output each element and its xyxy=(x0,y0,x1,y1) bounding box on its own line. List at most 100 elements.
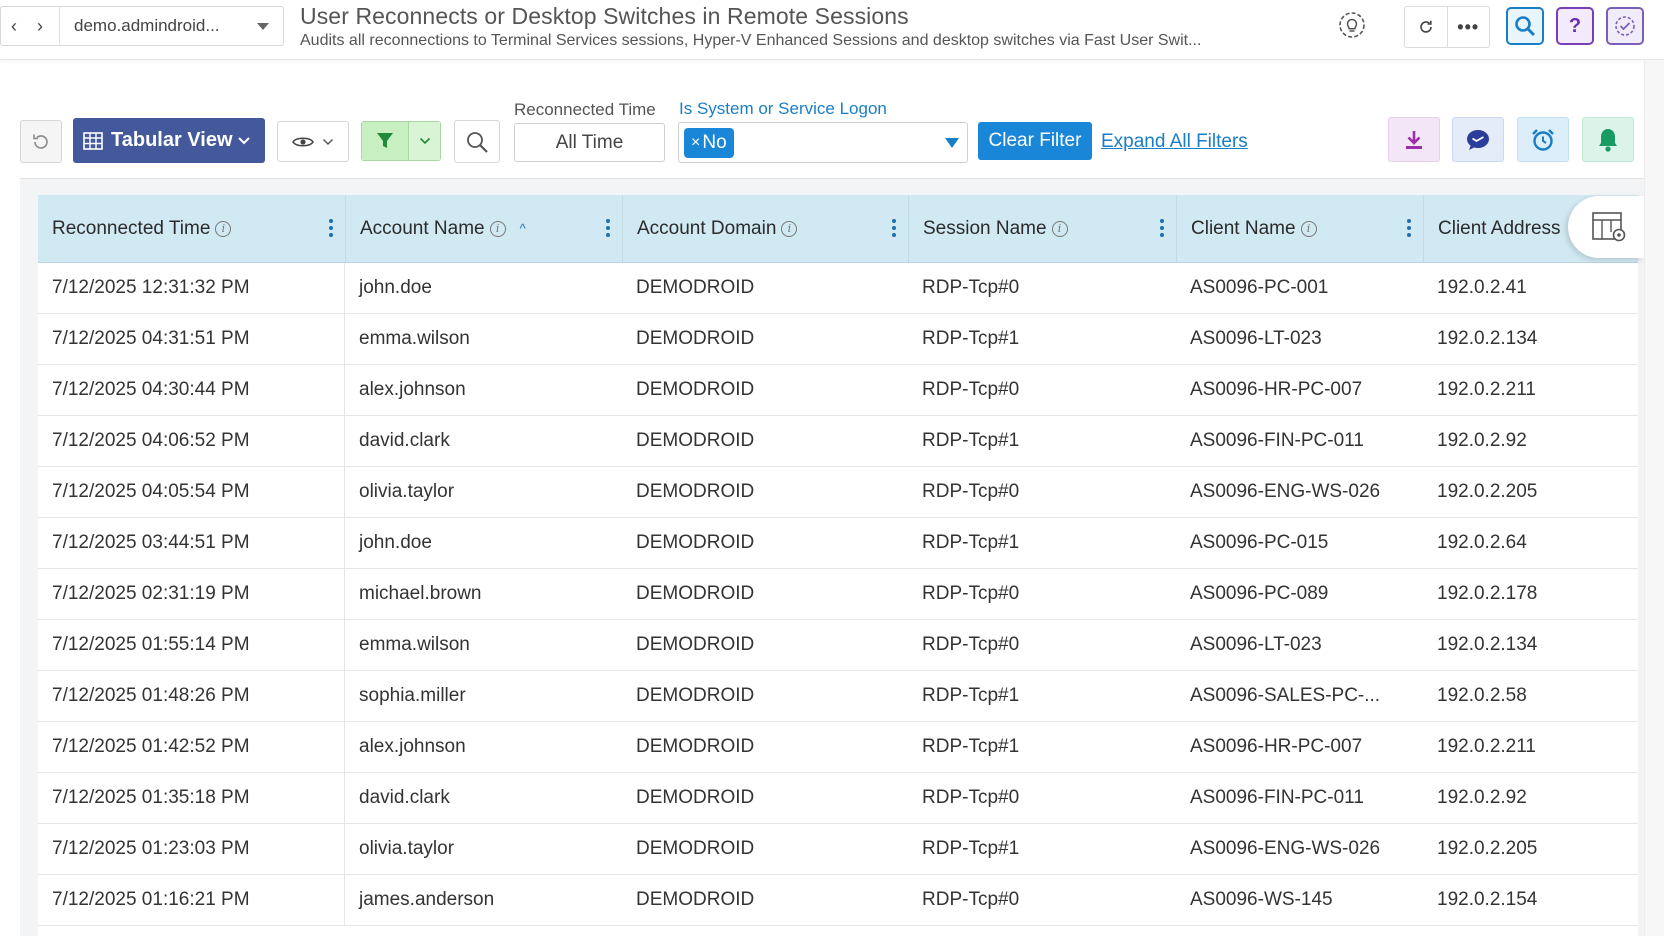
view-mode-dropdown[interactable]: Tabular View xyxy=(73,118,265,163)
cell-client-name: AS0096-LT-023 xyxy=(1190,328,1322,349)
back-button[interactable]: ‹ xyxy=(1,7,27,45)
cell-reconnected-time: 7/12/2025 01:35:18 PM xyxy=(38,773,345,823)
column-menu-icon[interactable] xyxy=(892,219,896,237)
cell-account-name: david.clark xyxy=(359,787,450,808)
forward-button[interactable]: › xyxy=(27,7,53,45)
column-header-account-domain[interactable]: Account Domain i xyxy=(622,195,908,262)
system-logon-filter-select[interactable]: × No xyxy=(678,122,968,163)
cell-session-name: RDP-Tcp#0 xyxy=(922,277,1020,298)
column-header-session-name[interactable]: Session Name i xyxy=(908,195,1176,262)
cell-client-name: AS0096-FIN-PC-011 xyxy=(1190,430,1364,451)
bell-icon xyxy=(1599,128,1617,152)
filter-button[interactable] xyxy=(361,121,409,161)
export-button[interactable] xyxy=(1388,117,1440,162)
lightbulb-settings-icon[interactable] xyxy=(1328,6,1376,46)
cell-client-address: 192.0.2.205 xyxy=(1437,838,1538,859)
checklist-button[interactable] xyxy=(1606,7,1644,45)
cell-session-name: RDP-Tcp#1 xyxy=(922,532,1020,553)
column-visibility-button[interactable] xyxy=(277,121,349,162)
page-scrollbar[interactable] xyxy=(1644,60,1664,936)
table-row[interactable]: 7/12/2025 04:06:52 PM david.clark DEMODROI… xyxy=(38,416,1638,467)
cell-reconnected-time: 7/12/2025 04:31:51 PM xyxy=(38,314,345,364)
page-title: User Reconnects or Desktop Switches in R… xyxy=(300,3,909,29)
column-header-client-name[interactable]: Client Name i xyxy=(1176,195,1423,262)
table-row[interactable]: 7/12/2025 01:16:21 PM james.anderson DEMOD… xyxy=(38,875,1638,926)
system-logon-filter-label[interactable]: Is System or Service Logon xyxy=(679,99,887,119)
column-header-reconnected-time[interactable]: Reconnected Time i xyxy=(38,195,345,262)
search-icon xyxy=(467,131,488,153)
cell-reconnected-time: 7/12/2025 01:23:03 PM xyxy=(38,824,345,874)
column-menu-icon[interactable] xyxy=(1407,219,1411,237)
chip-remove-icon[interactable]: × xyxy=(691,134,700,152)
column-menu-icon[interactable] xyxy=(1160,219,1164,237)
help-button[interactable]: ? xyxy=(1556,7,1594,45)
table-row[interactable]: 7/12/2025 03:44:51 PM john.doe DEMODROID RD… xyxy=(38,518,1638,569)
table-row[interactable]: 7/12/2025 02:31:19 PM michael.brown DEMODR… xyxy=(38,569,1638,620)
clear-filter-button[interactable]: Clear Filter xyxy=(978,122,1092,160)
table-row[interactable]: 7/12/2025 01:42:52 PM alex.johnson DEMODRO… xyxy=(38,722,1638,773)
cell-client-address: 192.0.2.178 xyxy=(1437,583,1538,604)
cell-reconnected-time: 7/12/2025 01:42:52 PM xyxy=(38,722,345,772)
info-icon[interactable]: i xyxy=(781,220,798,237)
more-horizontal-icon: ••• xyxy=(1457,16,1480,37)
column-menu-icon[interactable] xyxy=(606,219,610,237)
table-row[interactable]: 7/12/2025 01:48:26 PM sophia.miller DEMODR… xyxy=(38,671,1638,722)
cell-session-name: RDP-Tcp#0 xyxy=(922,583,1020,604)
schedule-report-button[interactable] xyxy=(1517,117,1569,162)
info-icon[interactable]: i xyxy=(215,220,232,237)
more-options-button[interactable]: ••• xyxy=(1446,7,1490,47)
info-icon[interactable]: i xyxy=(1300,220,1317,237)
cell-account-name: olivia.taylor xyxy=(359,838,455,859)
filter-dropdown-button[interactable] xyxy=(409,121,441,161)
cell-reconnected-time: 7/12/2025 01:16:21 PM xyxy=(38,875,345,925)
sort-ascending-icon[interactable]: ^ xyxy=(520,221,526,236)
table-header-row: Reconnected Time i Account Name i ^ Acco… xyxy=(38,195,1638,263)
page-subtitle: Audits all reconnections to Terminal Ser… xyxy=(300,32,1202,49)
info-icon[interactable]: i xyxy=(1051,220,1068,237)
cell-account-domain: DEMODROID xyxy=(636,685,755,706)
cell-account-name: olivia.taylor xyxy=(359,481,455,502)
cell-client-address: 192.0.2.205 xyxy=(1437,481,1538,502)
column-header-label: Account Domain xyxy=(637,217,777,239)
cell-client-address: 192.0.2.41 xyxy=(1437,277,1527,298)
cell-session-name: RDP-Tcp#1 xyxy=(922,838,1020,859)
navigation-group: ‹ › demo.admindroid... xyxy=(0,6,284,46)
filter-chip-no[interactable]: × No xyxy=(684,127,734,158)
cell-reconnected-time: 7/12/2025 04:05:54 PM xyxy=(38,467,345,517)
global-search-button[interactable] xyxy=(1506,7,1544,45)
refresh-report-button[interactable] xyxy=(1405,7,1447,47)
table-search-button[interactable] xyxy=(454,120,500,163)
column-header-account-name[interactable]: Account Name i ^ xyxy=(345,195,622,262)
table-row[interactable]: 7/12/2025 04:31:51 PM emma.wilson DEMODROI… xyxy=(38,314,1638,365)
cell-account-domain: DEMODROID xyxy=(636,583,755,604)
cell-client-name: AS0096-WS-145 xyxy=(1190,889,1333,910)
expand-all-filters-link[interactable]: Expand All Filters xyxy=(1101,131,1248,153)
chevron-down-icon xyxy=(322,138,334,145)
filter-button-group xyxy=(361,121,441,161)
table-settings-button[interactable] xyxy=(1568,196,1644,258)
info-icon[interactable]: i xyxy=(489,220,506,237)
alert-button[interactable] xyxy=(1582,117,1634,162)
table-row[interactable]: 7/12/2025 01:55:14 PM emma.wilson DEMODROI… xyxy=(38,620,1638,671)
column-menu-icon[interactable] xyxy=(329,219,333,237)
reset-view-button[interactable] xyxy=(20,120,62,163)
table-row[interactable]: 7/12/2025 01:35:18 PM david.clark DEMODROI… xyxy=(38,773,1638,824)
table-row[interactable]: 7/12/2025 12:31:32 PM john.doe DEMODROID RD… xyxy=(38,263,1638,314)
cell-account-name: michael.brown xyxy=(359,583,482,604)
report-table: Reconnected Time i Account Name i ^ Acco… xyxy=(38,195,1638,936)
cell-client-name: AS0096-ENG-WS-026 xyxy=(1190,481,1381,502)
table-row[interactable]: 7/12/2025 04:30:44 PM alex.johnson DEMODRO… xyxy=(38,365,1638,416)
table-container: Reconnected Time i Account Name i ^ Acco… xyxy=(20,178,1664,936)
reconnected-time-filter[interactable]: All Time xyxy=(514,123,665,162)
top-header: ‹ › demo.admindroid... User Reconnects o… xyxy=(0,0,1664,60)
table-row[interactable]: 7/12/2025 01:23:03 PM olivia.taylor DEMODR… xyxy=(38,824,1638,875)
cell-client-name: AS0096-LT-023 xyxy=(1190,634,1322,655)
table-settings-icon xyxy=(1592,212,1626,242)
domain-selector[interactable]: demo.admindroid... xyxy=(60,7,283,45)
share-report-button[interactable] xyxy=(1452,117,1504,162)
cell-account-name: john.doe xyxy=(359,532,432,553)
cell-account-domain: DEMODROID xyxy=(636,277,755,298)
cell-reconnected-time: 7/12/2025 02:31:19 PM xyxy=(38,569,345,619)
table-row[interactable]: 7/12/2025 04:05:54 PM olivia.taylor DEMODR… xyxy=(38,467,1638,518)
refresh-icon xyxy=(1419,20,1432,33)
